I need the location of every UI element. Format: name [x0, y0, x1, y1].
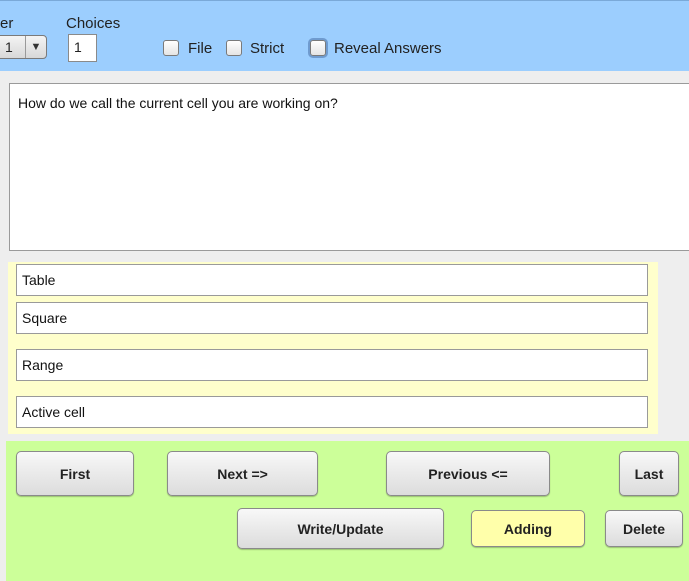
answer-field-3[interactable]: Range [16, 349, 648, 381]
first-button[interactable]: First [16, 451, 134, 496]
answer-field-1[interactable]: Table [16, 264, 648, 296]
write-update-button[interactable]: Write/Update [237, 508, 444, 549]
choices-input[interactable]: 1 [68, 34, 97, 62]
dropdown-arrow-icon[interactable]: ▼ [25, 36, 46, 58]
answer-field-2[interactable]: Square [16, 302, 648, 334]
reveal-answers-checkbox[interactable] [310, 40, 326, 56]
strict-label: Strict [250, 40, 285, 57]
strict-checkbox[interactable] [226, 40, 242, 56]
next-button[interactable]: Next => [167, 451, 318, 496]
file-checkbox[interactable] [163, 40, 179, 56]
number-combo-value: 1 [5, 39, 13, 55]
adding-button[interactable]: Adding [471, 510, 585, 547]
delete-button[interactable]: Delete [605, 510, 683, 547]
navigation-panel: First Next => Previous <= Last Write/Upd… [6, 441, 689, 581]
file-label: File [188, 40, 213, 57]
reveal-answers-label: Reveal Answers [334, 40, 442, 57]
answers-panel: Table Square Range Active cell [8, 262, 658, 434]
answer-field-4[interactable]: Active cell [16, 396, 648, 428]
choices-label: Choices [66, 15, 121, 32]
number-label: er [0, 15, 14, 32]
previous-button[interactable]: Previous <= [386, 451, 550, 496]
last-button[interactable]: Last [619, 451, 679, 496]
question-textarea[interactable]: How do we call the current cell you are … [9, 83, 689, 251]
toolbar: er 1 ▼ Choices 1 File Strict Reveal Answ… [0, 0, 689, 71]
number-combo[interactable]: 1 ▼ [0, 35, 47, 59]
